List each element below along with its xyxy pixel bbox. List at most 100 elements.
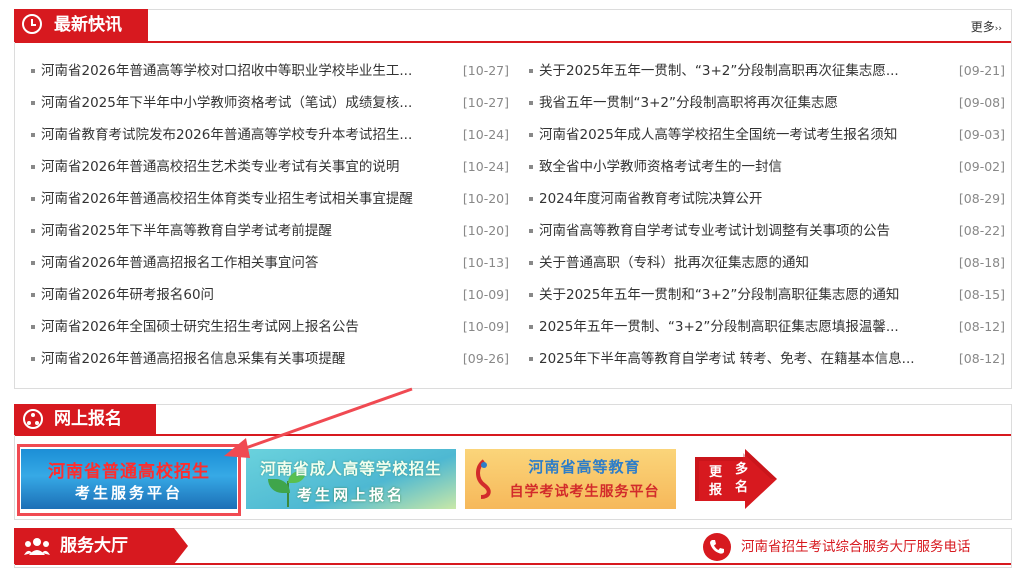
news-list-left: 河南省2026年普通高等学校对口招收中等职业学校毕业生工... [10-27] 河… bbox=[29, 62, 509, 382]
banner-line2: 考生服务平台 bbox=[74, 484, 183, 502]
list-item[interactable]: 河南省2025年下半年中小学教师资格考试（笔试）成绩复核... [10-27] bbox=[29, 94, 509, 126]
news-item-date: [09-03] bbox=[958, 127, 1005, 142]
list-item[interactable]: 河南省2026年全国硕士研究生招生考试网上报名公告 [10-09] bbox=[29, 318, 509, 350]
service-phone-text[interactable]: 河南省招生考试综合服务大厅服务电话 bbox=[741, 533, 971, 561]
news-item-title[interactable]: 河南省2026年普通高校招生艺术类专业考试有关事宜的说明 bbox=[41, 158, 441, 176]
news-item-title[interactable]: 关于2025年五年一贯制、“3+2”分段制高职再次征集志愿... bbox=[539, 62, 937, 80]
list-item[interactable]: 2024年度河南省教育考试院决算公开 [08-29] bbox=[527, 190, 1005, 222]
list-item[interactable]: 河南省2026年普通高等学校对口招收中等职业学校毕业生工... [10-27] bbox=[29, 62, 509, 94]
news-tab: 最新快讯 bbox=[14, 9, 148, 42]
bullet-icon bbox=[529, 197, 533, 201]
registration-tab: 网上报名 bbox=[14, 404, 156, 435]
bullet-icon bbox=[31, 261, 35, 265]
more-char: 名 bbox=[735, 480, 749, 495]
news-more-link[interactable]: 更多›› bbox=[971, 18, 1002, 35]
news-panel: 最新快讯 更多›› 河南省2026年普通高等学校对口招收中等职业学校毕业生工..… bbox=[14, 9, 1012, 389]
banner-line2: 自学考试考生服务平台 bbox=[509, 484, 660, 500]
news-item-title[interactable]: 河南省2026年普通高校招生体育类专业招生考试相关事宜提醒 bbox=[41, 190, 441, 208]
news-item-title[interactable]: 河南省2025年下半年高等教育自学考试考前提醒 bbox=[41, 222, 441, 240]
list-item[interactable]: 关于2025年五年一贯制、“3+2”分段制高职再次征集志愿... [09-21] bbox=[527, 62, 1005, 94]
news-item-title[interactable]: 河南省2025年下半年中小学教师资格考试（笔试）成绩复核... bbox=[41, 94, 441, 112]
news-more-label[interactable]: 更多 bbox=[971, 20, 995, 34]
news-item-date: [08-12] bbox=[958, 351, 1005, 366]
news-title: 最新快讯 bbox=[54, 15, 122, 35]
bullet-icon bbox=[529, 133, 533, 137]
news-item-title[interactable]: 河南省2026年普通高等学校对口招收中等职业学校毕业生工... bbox=[41, 62, 441, 80]
news-item-title[interactable]: 2025年五年一贯制、“3+2”分段制高职征集志愿填报温馨... bbox=[539, 318, 937, 336]
news-item-date: [10-27] bbox=[462, 95, 509, 110]
news-item-date: [09-02] bbox=[958, 159, 1005, 174]
people-icon bbox=[24, 538, 50, 555]
news-item-date: [08-29] bbox=[958, 191, 1005, 206]
bullet-icon bbox=[529, 293, 533, 297]
news-list-right: 关于2025年五年一贯制、“3+2”分段制高职再次征集志愿... [09-21] … bbox=[527, 62, 1005, 382]
bullet-icon bbox=[529, 325, 533, 329]
registration-panel: 网上报名 河南省普通高校招生 考生服务平台 河南省成人高等学校招生 考生网上报名… bbox=[14, 404, 1012, 520]
list-item[interactable]: 河南省2026年研考报名60问 [10-09] bbox=[29, 286, 509, 318]
news-item-title[interactable]: 河南省2026年研考报名60问 bbox=[41, 286, 441, 304]
banner-line1: 河南省高等教育 bbox=[528, 458, 641, 476]
news-item-date: [10-20] bbox=[462, 191, 509, 206]
list-item[interactable]: 2025年下半年高等教育自学考试 转考、免考、在籍基本信息... [08-12] bbox=[527, 350, 1005, 382]
bullet-icon bbox=[31, 101, 35, 105]
news-item-title[interactable]: 河南省2026年全国硕士研究生招生考试网上报名公告 bbox=[41, 318, 441, 336]
list-item[interactable]: 我省五年一贯制“3+2”分段制高职将再次征集志愿 [09-08] bbox=[527, 94, 1005, 126]
news-item-title[interactable]: 河南省2025年成人高等学校招生全国统一考试考生报名须知 bbox=[539, 126, 937, 144]
bullet-icon bbox=[31, 197, 35, 201]
list-item[interactable]: 河南省2026年普通高校招生艺术类专业考试有关事宜的说明 [10-24] bbox=[29, 158, 509, 190]
news-item-date: [10-09] bbox=[462, 319, 509, 334]
banner-general-admission[interactable]: 河南省普通高校招生 考生服务平台 bbox=[21, 449, 237, 509]
news-item-title[interactable]: 河南省2026年普通高招报名信息采集有关事项提醒 bbox=[41, 350, 441, 368]
list-item[interactable]: 河南省教育考试院发布2026年普通高等学校专升本考试招生... [10-24] bbox=[29, 126, 509, 158]
list-item[interactable]: 河南省高等教育自学考试专业考试计划调整有关事项的公告 [08-22] bbox=[527, 222, 1005, 254]
service-panel: 服务大厅 河南省招生考试综合服务大厅服务电话 bbox=[14, 528, 1012, 568]
list-item[interactable]: 河南省2026年普通高招报名工作相关事宜问答 [10-13] bbox=[29, 254, 509, 286]
news-item-title[interactable]: 致全省中小学教师资格考试考生的一封信 bbox=[539, 158, 937, 176]
news-item-title[interactable]: 关于普通高职（专科）批再次征集志愿的通知 bbox=[539, 254, 937, 272]
list-item[interactable]: 关于普通高职（专科）批再次征集志愿的通知 [08-18] bbox=[527, 254, 1005, 286]
news-item-title[interactable]: 河南省高等教育自学考试专业考试计划调整有关事项的公告 bbox=[539, 222, 937, 240]
bullet-icon bbox=[31, 69, 35, 73]
bullet-icon bbox=[31, 229, 35, 233]
bullet-icon bbox=[529, 229, 533, 233]
list-item[interactable]: 关于2025年五年一贯制和“3+2”分段制高职征集志愿的通知 [08-15] bbox=[527, 286, 1005, 318]
registration-banners: 河南省普通高校招生 考生服务平台 河南省成人高等学校招生 考生网上报名 河南省高… bbox=[15, 443, 1011, 516]
news-item-title[interactable]: 2025年下半年高等教育自学考试 转考、免考、在籍基本信息... bbox=[539, 350, 937, 368]
news-item-date: [08-18] bbox=[958, 255, 1005, 270]
bullet-icon bbox=[31, 293, 35, 297]
service-title: 服务大厅 bbox=[60, 536, 128, 556]
news-item-date: [10-13] bbox=[462, 255, 509, 270]
bullet-icon bbox=[529, 357, 533, 361]
bullet-icon bbox=[529, 69, 533, 73]
banner-line1: 河南省普通高校招生 bbox=[48, 462, 210, 482]
news-item-title[interactable]: 河南省2026年普通高招报名工作相关事宜问答 bbox=[41, 254, 441, 272]
news-item-title[interactable]: 关于2025年五年一贯制和“3+2”分段制高职征集志愿的通知 bbox=[539, 286, 937, 304]
list-item[interactable]: 河南省2025年成人高等学校招生全国统一考试考生报名须知 [09-03] bbox=[527, 126, 1005, 158]
list-item[interactable]: 河南省2026年普通高招报名信息采集有关事项提醒 [09-26] bbox=[29, 350, 509, 382]
bullet-icon bbox=[31, 325, 35, 329]
service-header: 服务大厅 河南省招生考试综合服务大厅服务电话 bbox=[14, 528, 1011, 565]
bullet-icon bbox=[31, 165, 35, 169]
news-item-title[interactable]: 我省五年一贯制“3+2”分段制高职将再次征集志愿 bbox=[539, 94, 937, 112]
service-tab: 服务大厅 bbox=[14, 528, 188, 564]
more-char: 报 bbox=[709, 483, 723, 498]
news-item-date: [08-15] bbox=[958, 287, 1005, 302]
more-char: 多 bbox=[735, 462, 749, 477]
list-item[interactable]: 河南省2026年普通高校招生体育类专业招生考试相关事宜提醒 [10-20] bbox=[29, 190, 509, 222]
news-item-date: [10-20] bbox=[462, 223, 509, 238]
news-item-title[interactable]: 河南省教育考试院发布2026年普通高等学校专升本考试招生... bbox=[41, 126, 441, 144]
banner-adult-admission[interactable]: 河南省成人高等学校招生 考生网上报名 bbox=[246, 449, 456, 509]
list-item[interactable]: 2025年五年一贯制、“3+2”分段制高职征集志愿填报温馨... [08-12] bbox=[527, 318, 1005, 350]
news-item-title[interactable]: 2024年度河南省教育考试院决算公开 bbox=[539, 190, 937, 208]
bullet-icon bbox=[529, 165, 533, 169]
list-item[interactable]: 河南省2025年下半年高等教育自学考试考前提醒 [10-20] bbox=[29, 222, 509, 254]
clock-icon bbox=[22, 14, 42, 34]
news-item-date: [08-22] bbox=[958, 223, 1005, 238]
news-item-date: [08-12] bbox=[958, 319, 1005, 334]
news-item-date: [10-24] bbox=[462, 127, 509, 142]
banner-self-study-exam[interactable]: 河南省高等教育 自学考试考生服务平台 bbox=[465, 449, 676, 509]
more-registration-button[interactable]: 更 多 报 名 bbox=[695, 449, 779, 509]
news-item-date: [10-27] bbox=[462, 63, 509, 78]
list-item[interactable]: 致全省中小学教师资格考试考生的一封信 [09-02] bbox=[527, 158, 1005, 190]
banner-line2: 考生网上报名 bbox=[296, 486, 405, 504]
